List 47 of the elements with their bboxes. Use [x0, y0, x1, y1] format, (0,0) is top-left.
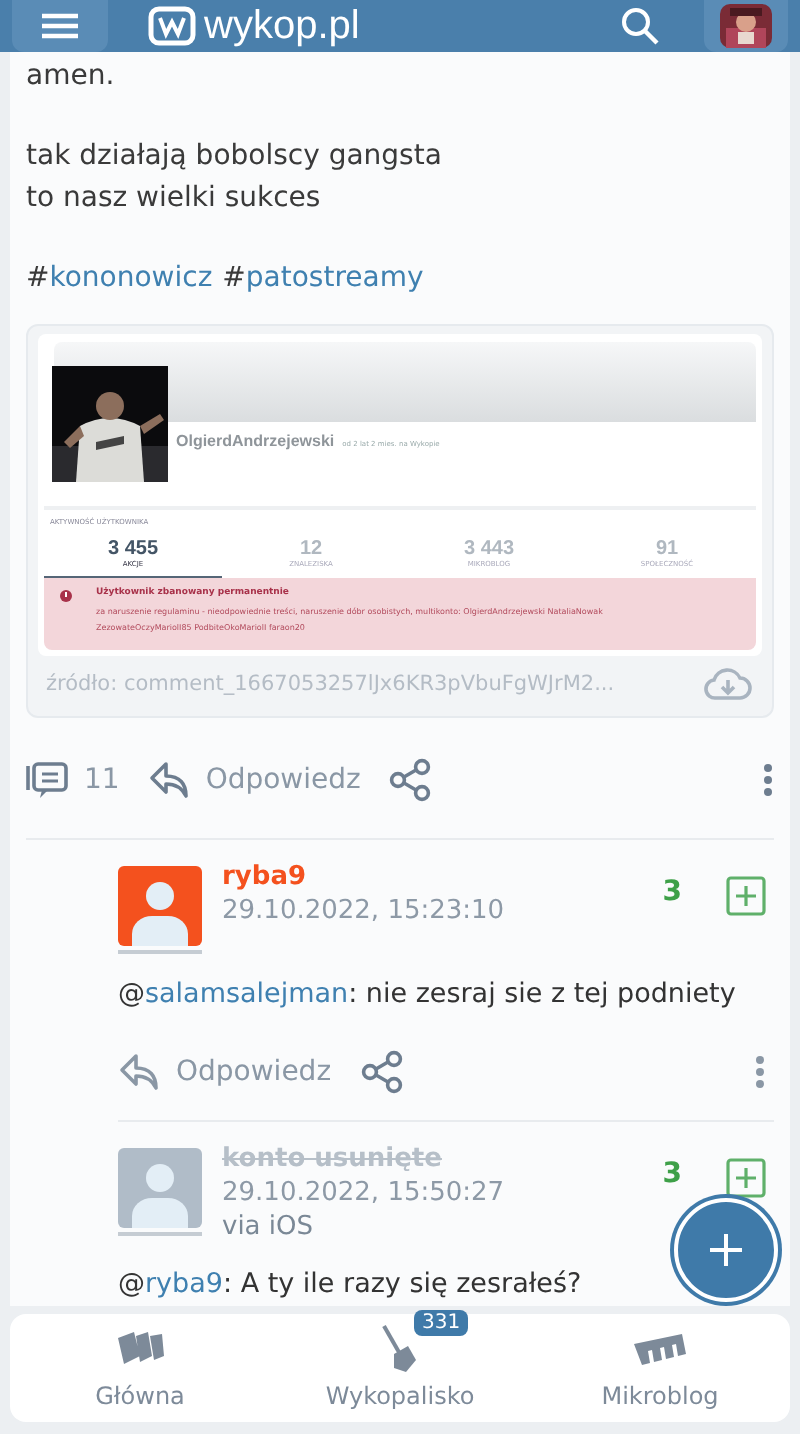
author-name[interactable]: ryba9	[222, 860, 505, 894]
hashtag-link[interactable]: #patostreamy	[222, 258, 424, 300]
nav-tab[interactable]: Główna	[10, 1314, 270, 1422]
alert-icon	[60, 590, 72, 602]
vote-count: 3	[662, 876, 682, 908]
logo-icon	[632, 1332, 688, 1368]
username: OlgierdAndrzejewski	[176, 432, 335, 450]
post-text: to nasz wielki sukces	[26, 180, 323, 218]
avatar-icon[interactable]	[118, 866, 202, 954]
shovel-icon	[378, 1324, 422, 1376]
comment-text: @salamsalejman: nie zesraj sie z tej podniety	[118, 978, 738, 1010]
count-badge: 331	[414, 1310, 469, 1336]
mention-link[interactable]: ryba9	[145, 1268, 223, 1300]
share-icon[interactable]	[388, 758, 433, 802]
reply-icon	[118, 1052, 162, 1092]
plus-icon	[706, 1230, 746, 1270]
reply-icon	[147, 760, 192, 800]
reply-button[interactable]: Odpowiedz	[118, 1052, 332, 1092]
logo-icon	[114, 1330, 166, 1370]
hashtag-link[interactable]: #kononowicz	[26, 258, 213, 300]
add-button[interactable]	[674, 1198, 778, 1302]
post-text: amen.	[26, 58, 117, 96]
vote-count: 3	[662, 1158, 682, 1190]
comments-button[interactable]: 11	[26, 760, 120, 800]
share-icon[interactable]	[359, 1050, 404, 1094]
menu-button[interactable]	[12, 0, 108, 52]
mention-link[interactable]: salamsalejman	[145, 978, 349, 1010]
client-label: via iOS	[222, 1210, 315, 1244]
source-text: źródło: comment_1667053257lJx6KR3pVbuFgWJrM2...	[46, 672, 615, 696]
more-icon[interactable]	[762, 762, 774, 798]
nav-tab[interactable]: 331 Wykopalisko	[270, 1314, 530, 1422]
embed-card[interactable]	[26, 324, 774, 718]
author-name[interactable]: konto usunięte	[222, 1142, 505, 1176]
more-icon[interactable]	[754, 1054, 766, 1090]
reply-button[interactable]: Odpowiedz	[147, 760, 361, 800]
nav-tab[interactable]: Mikroblog	[530, 1314, 790, 1422]
post-text: tak działają bobolscy gangsta	[26, 138, 444, 176]
search-icon[interactable]	[620, 6, 660, 46]
avatar-button[interactable]	[704, 0, 788, 52]
upvote-icon[interactable]	[726, 1158, 766, 1198]
menu-icon	[40, 12, 80, 40]
logo[interactable]: wykop.pl	[148, 4, 360, 48]
upvote-icon[interactable]	[726, 876, 766, 916]
comment-date: 29.10.2022, 15:23:10	[222, 894, 505, 928]
logo-icon	[148, 6, 196, 46]
comment-icon	[26, 760, 70, 800]
comment-date: 29.10.2022, 15:50:27	[222, 1176, 505, 1210]
